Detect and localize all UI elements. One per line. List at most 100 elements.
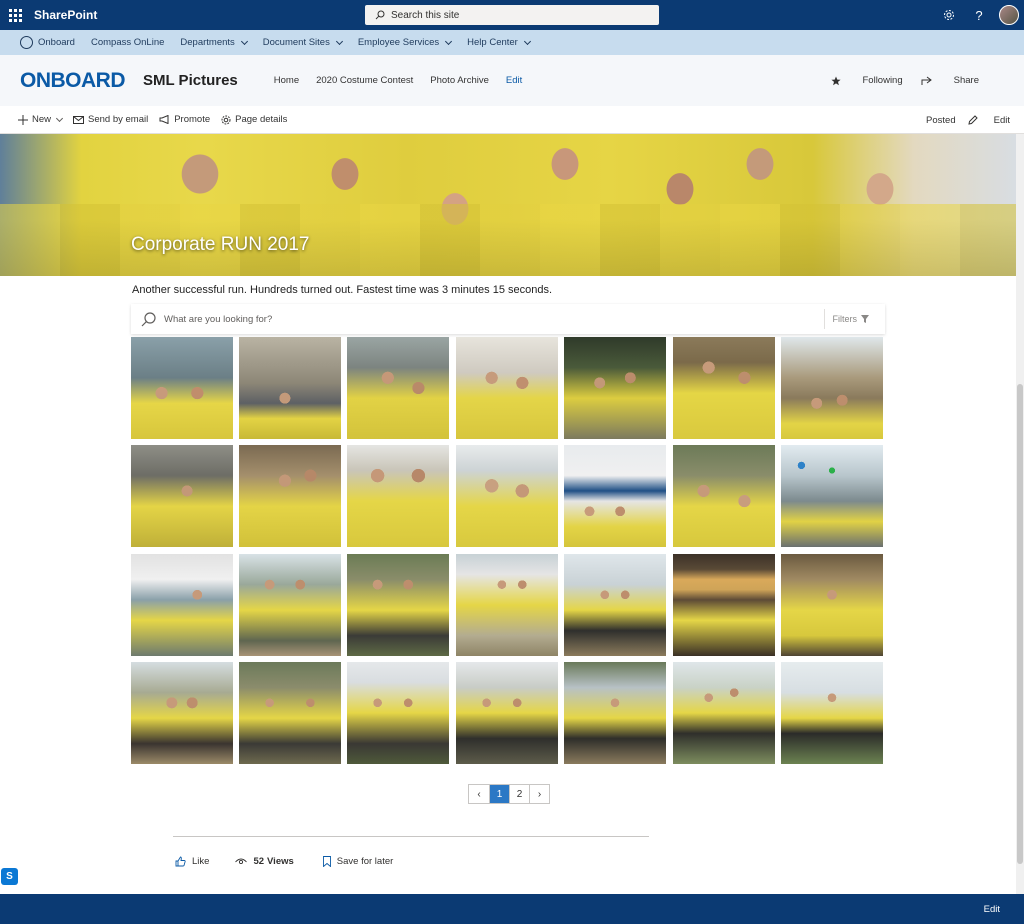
social-bar: Like 52 Views Save for later bbox=[175, 856, 419, 867]
hub-nav-employee-services[interactable]: Employee Services bbox=[357, 37, 453, 48]
pager-prev-button[interactable]: ‹ bbox=[469, 785, 489, 803]
site-logo[interactable]: ON BOARD bbox=[20, 69, 125, 93]
gallery-photo-tile[interactable] bbox=[673, 445, 775, 547]
share-button[interactable]: Share bbox=[921, 75, 979, 86]
site-nav-edit-link[interactable]: Edit bbox=[506, 75, 522, 86]
edit-label: Edit bbox=[993, 114, 1010, 126]
hub-nav-label: Onboard bbox=[38, 37, 75, 48]
gallery-photo-tile[interactable] bbox=[239, 337, 341, 439]
content-divider bbox=[173, 836, 649, 837]
gallery-photo-tile[interactable] bbox=[347, 445, 449, 547]
pager-page-1[interactable]: 1 bbox=[489, 785, 509, 803]
gallery-photo-tile[interactable] bbox=[456, 662, 558, 764]
search-icon bbox=[141, 311, 156, 326]
account-button[interactable] bbox=[994, 0, 1024, 30]
pencil-icon bbox=[967, 115, 978, 125]
gallery-photo-tile[interactable] bbox=[456, 445, 558, 547]
gallery-photo-tile[interactable] bbox=[564, 662, 666, 764]
app-name[interactable]: SharePoint bbox=[34, 8, 97, 22]
gallery-photo-tile[interactable] bbox=[673, 554, 775, 656]
gallery-photo-tile[interactable] bbox=[347, 662, 449, 764]
following-button[interactable]: Following bbox=[830, 75, 903, 86]
site-search-box[interactable]: Search this site bbox=[365, 5, 659, 25]
pager-page-2[interactable]: 2 bbox=[509, 785, 529, 803]
filters-label: Filters bbox=[832, 314, 858, 324]
site-nav-home[interactable]: Home bbox=[274, 75, 299, 86]
gallery-photo-tile[interactable] bbox=[781, 662, 883, 764]
gallery-photo-tile[interactable] bbox=[564, 337, 666, 439]
chevron-down-icon bbox=[55, 114, 64, 122]
gear-icon bbox=[221, 115, 231, 124]
chevron-down-icon bbox=[523, 37, 531, 45]
chevron-down-icon bbox=[240, 37, 248, 45]
site-nav-photo-archive[interactable]: Photo Archive bbox=[430, 75, 489, 86]
gallery-photo-tile[interactable] bbox=[239, 445, 341, 547]
logo-text-left: ON bbox=[20, 68, 51, 92]
send-by-email-button[interactable]: Send by email bbox=[73, 114, 148, 125]
filters-button[interactable]: Filters bbox=[823, 309, 886, 329]
chevron-down-icon bbox=[335, 37, 343, 45]
gallery-photo-tile[interactable] bbox=[131, 445, 233, 547]
skype-chat-icon[interactable]: S bbox=[1, 868, 18, 885]
help-icon[interactable]: ? bbox=[964, 0, 994, 30]
page-details-button[interactable]: Page details bbox=[221, 114, 287, 125]
plus-icon bbox=[18, 114, 28, 125]
gallery-photo-tile[interactable] bbox=[347, 337, 449, 439]
like-label: Like bbox=[192, 856, 210, 867]
gallery-photo-tile[interactable] bbox=[564, 554, 666, 656]
gallery-search-placeholder: What are you looking for? bbox=[164, 313, 273, 325]
gallery-photo-tile[interactable] bbox=[347, 554, 449, 656]
footer-edit-button[interactable]: Edit bbox=[984, 904, 1000, 915]
gallery-photo-tile[interactable] bbox=[131, 554, 233, 656]
search-icon bbox=[375, 10, 385, 20]
hub-nav-help-center[interactable]: Help Center bbox=[467, 37, 531, 48]
site-title[interactable]: SML Pictures bbox=[143, 72, 238, 89]
hub-navigation: Onboard Compass OnLine Departments Docum… bbox=[0, 30, 1024, 55]
views-label: Views bbox=[267, 856, 294, 867]
gallery-pagination: ‹ 1 2 › bbox=[468, 784, 550, 804]
hub-nav-label: Compass OnLine bbox=[90, 37, 165, 48]
gallery-photo-tile[interactable] bbox=[239, 662, 341, 764]
views-count: 52 bbox=[253, 856, 265, 867]
gallery-photo-tile[interactable] bbox=[673, 337, 775, 439]
share-icon bbox=[921, 76, 932, 85]
settings-gear-icon[interactable] bbox=[934, 0, 964, 30]
save-for-later-button[interactable]: Save for later bbox=[322, 856, 394, 867]
hub-nav-onboard[interactable]: Onboard bbox=[38, 37, 75, 48]
logo-text-right: BOARD bbox=[50, 68, 126, 92]
site-nav-costume-contest[interactable]: 2020 Costume Contest bbox=[316, 75, 413, 86]
promote-button[interactable]: Promote bbox=[159, 114, 210, 125]
gallery-photo-tile[interactable] bbox=[781, 445, 883, 547]
save-for-later-label: Save for later bbox=[336, 856, 394, 867]
photo-gallery-grid bbox=[131, 337, 883, 764]
hub-nav-label: Employee Services bbox=[357, 37, 440, 48]
hub-logo-icon[interactable] bbox=[20, 36, 33, 49]
gallery-photo-tile[interactable] bbox=[781, 554, 883, 656]
like-button[interactable]: Like bbox=[175, 856, 209, 867]
app-launcher-icon[interactable] bbox=[0, 0, 30, 30]
gallery-photo-tile[interactable] bbox=[456, 554, 558, 656]
gallery-photo-tile[interactable] bbox=[131, 337, 233, 439]
command-bar-right: Posted Edit bbox=[914, 106, 1010, 134]
gallery-photo-tile[interactable] bbox=[564, 445, 666, 547]
new-label: New bbox=[32, 114, 52, 125]
gallery-search-box[interactable]: What are you looking for? Filters bbox=[131, 304, 885, 334]
hub-nav-compass-online[interactable]: Compass OnLine bbox=[91, 37, 164, 48]
thumbs-up-icon bbox=[175, 856, 186, 867]
gallery-photo-tile[interactable] bbox=[456, 337, 558, 439]
hub-nav-departments[interactable]: Departments bbox=[180, 37, 248, 48]
new-button[interactable]: New bbox=[18, 114, 64, 125]
gallery-photo-tile[interactable] bbox=[673, 662, 775, 764]
page-scrollbar[interactable] bbox=[1016, 134, 1024, 894]
scrollbar-thumb[interactable] bbox=[1017, 384, 1023, 864]
hub-nav-document-sites[interactable]: Document Sites bbox=[262, 37, 343, 48]
star-icon bbox=[830, 76, 841, 85]
gallery-photo-tile[interactable] bbox=[131, 662, 233, 764]
megaphone-icon bbox=[159, 115, 169, 124]
hub-nav-label: Document Sites bbox=[262, 37, 330, 48]
edit-page-button[interactable]: Edit bbox=[967, 114, 1010, 126]
site-search-placeholder: Search this site bbox=[391, 9, 460, 21]
pager-next-button[interactable]: › bbox=[529, 785, 549, 803]
gallery-photo-tile[interactable] bbox=[239, 554, 341, 656]
gallery-photo-tile[interactable] bbox=[781, 337, 883, 439]
